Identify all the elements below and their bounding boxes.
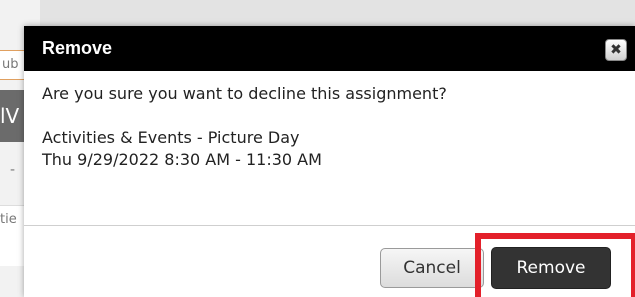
event-time: Thu 9/29/2022 8:30 AM - 11:30 AM <box>42 150 322 169</box>
event-name: Activities & Events - Picture Day <box>42 128 300 147</box>
dialog-body: Are you sure you want to decline this as… <box>24 71 635 226</box>
close-icon[interactable]: ✖ <box>605 39 627 61</box>
page: ub lV - tie Remove ✖ Are you sure you wa… <box>0 0 635 297</box>
background-text-fragment: - <box>10 162 16 178</box>
confirmation-question: Are you sure you want to decline this as… <box>42 84 447 103</box>
dialog-header: Remove ✖ <box>24 26 635 71</box>
dialog-footer: Cancel Remove <box>24 226 635 297</box>
dialog-title: Remove <box>42 38 113 58</box>
cancel-button[interactable]: Cancel <box>380 248 484 288</box>
remove-button[interactable]: Remove <box>491 247 611 289</box>
remove-dialog: Remove ✖ Are you sure you want to declin… <box>24 26 635 297</box>
